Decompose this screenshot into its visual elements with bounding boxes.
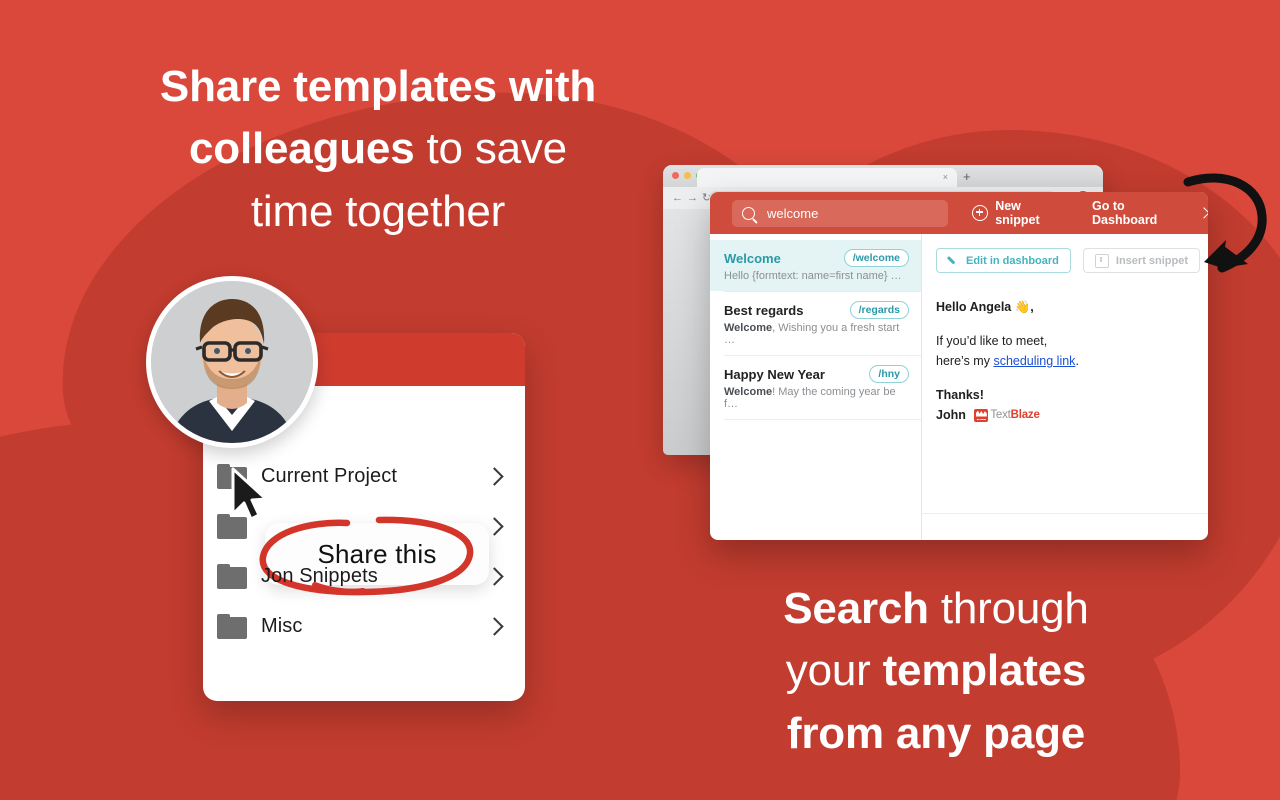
preview-actions: Edit in dashboard Insert snippet — [922, 234, 1208, 273]
browser-tab-strip: × + — [663, 165, 1103, 187]
avatar-photo — [151, 281, 313, 443]
email-greeting: Hello Angela 👋, — [936, 300, 1034, 314]
snippet-item-best-regards[interactable]: Best regards /regards Welcome, Wishing y… — [710, 292, 921, 355]
search-input[interactable]: welcome — [732, 199, 949, 227]
avatar — [146, 276, 318, 448]
snippet-shortcut-badge: /regards — [849, 301, 909, 319]
search-value: welcome — [767, 205, 819, 221]
textblaze-logo: TextBlaze — [974, 406, 1040, 424]
chevron-right-icon — [485, 466, 504, 486]
folder-label: Current Project — [261, 464, 397, 487]
headline-search-bold-frompage: from any page — [786, 708, 1086, 758]
go-to-dashboard-label: Go to Dashboard — [1092, 199, 1158, 227]
promo-canvas: Share templates with colleagues to save … — [0, 0, 1280, 800]
chevron-right-icon — [485, 616, 504, 636]
headline-search-templates: Search through your templates from any p… — [706, 578, 1166, 765]
edit-in-dashboard-button[interactable]: Edit in dashboard — [936, 248, 1071, 273]
popup-body: Welcome /welcome Hello {formtext: name=f… — [710, 234, 1208, 540]
email-signoff: Thanks! — [936, 388, 984, 402]
snippet-title: Best regards — [724, 302, 804, 318]
plus-circle-icon — [972, 205, 989, 221]
browser-tab[interactable]: × — [697, 168, 957, 187]
list-divider — [724, 419, 921, 420]
email-line-2: here’s my scheduling link. — [936, 351, 1208, 371]
snippet-shortcut-badge: /welcome — [843, 249, 909, 267]
snippet-header: Happy New Year /hny — [724, 365, 909, 383]
close-tab-icon[interactable]: × — [943, 173, 948, 182]
snippet-header: Best regards /regards — [724, 301, 909, 319]
snippet-item-happy-new-year[interactable]: Happy New Year /hny Welcome! May the com… — [710, 356, 921, 419]
folder-label: Jon Snippets — [261, 564, 378, 587]
folder-icon — [217, 563, 247, 589]
headline-share-line3: time together — [250, 186, 506, 236]
pencil-icon — [948, 255, 959, 266]
snippet-item-welcome[interactable]: Welcome /welcome Hello {formtext: name=f… — [710, 240, 921, 291]
folder-label: Misc — [261, 614, 303, 637]
headline-share-bold-colleagues: colleagues — [189, 124, 415, 174]
headline-share-line1: Share templates with — [159, 62, 597, 111]
headline-search-bold-templates: templates — [882, 646, 1087, 696]
snippet-preview: Welcome! May the coming year be f… — [724, 386, 909, 410]
scheduling-link[interactable]: scheduling link — [993, 354, 1075, 368]
email-sender-name: John — [936, 408, 966, 422]
snippet-preview-bold: Welcome — [724, 322, 773, 334]
folder-row-jon-snippets[interactable]: Jon Snippets — [203, 551, 525, 601]
edit-in-dashboard-label: Edit in dashboard — [966, 254, 1059, 267]
folder-icon — [217, 613, 247, 639]
snippet-shortcut-badge: /hny — [869, 365, 909, 383]
new-snippet-label: New snippet — [995, 199, 1040, 227]
textblaze-mark-icon — [974, 409, 989, 422]
snippet-preview-pane: Edit in dashboard Insert snippet Hello A… — [921, 234, 1208, 540]
curved-arrow-annotation — [1183, 173, 1267, 273]
headline-share-templates: Share templates with colleagues to save … — [60, 56, 696, 243]
logo-text-gray: Text — [990, 409, 1011, 422]
insert-icon — [1094, 253, 1109, 268]
minimize-window-dot[interactable] — [684, 172, 691, 179]
snippet-preview-text: Hello {formtext: name=first name} … — [724, 270, 902, 282]
email-line-1: If you’d like to meet, — [936, 334, 1048, 348]
snippet-preview: Welcome, Wishing you a fresh start … — [724, 322, 909, 346]
email-preview-content: Hello Angela 👋, If you’d like to meet, h… — [922, 273, 1208, 425]
email-line-2-pre: here’s my — [936, 354, 994, 368]
folder-row-misc[interactable]: Misc — [203, 601, 525, 651]
headline-search-rest1: through — [928, 584, 1089, 633]
snippet-header: Welcome /welcome — [724, 249, 909, 267]
new-snippet-button[interactable]: New snippet — [972, 199, 1066, 227]
forward-icon[interactable]: → — [687, 193, 698, 204]
email-line-2-post: . — [1075, 354, 1079, 368]
back-icon[interactable]: ← — [672, 193, 683, 204]
snippet-preview: Hello {formtext: name=first name} … — [724, 270, 909, 282]
search-icon — [742, 206, 755, 220]
logo-text-red: Blaze — [1010, 409, 1040, 422]
headline-share-line2-rest: to save — [414, 124, 567, 174]
snippet-title: Welcome — [724, 250, 781, 266]
headline-search-bold-search: Search — [783, 584, 929, 633]
new-tab-icon[interactable]: + — [963, 170, 971, 183]
preview-footer — [922, 513, 1208, 540]
chevron-right-icon — [485, 566, 504, 586]
headline-search-your: your — [785, 646, 883, 696]
snippet-title: Happy New Year — [724, 366, 825, 382]
email-signature: John TextBlaze — [936, 405, 1208, 425]
textblaze-extension-popup: welcome New snippet Go to Dashboard Welc… — [710, 192, 1208, 540]
textblaze-wordmark: TextBlaze — [990, 406, 1040, 424]
close-window-dot[interactable] — [672, 172, 679, 179]
popup-header: welcome New snippet Go to Dashboard — [710, 192, 1208, 234]
mouse-pointer-arrow-icon — [231, 467, 268, 521]
snippet-preview-bold: Welcome — [724, 386, 773, 398]
snippet-list: Welcome /welcome Hello {formtext: name=f… — [710, 234, 921, 540]
